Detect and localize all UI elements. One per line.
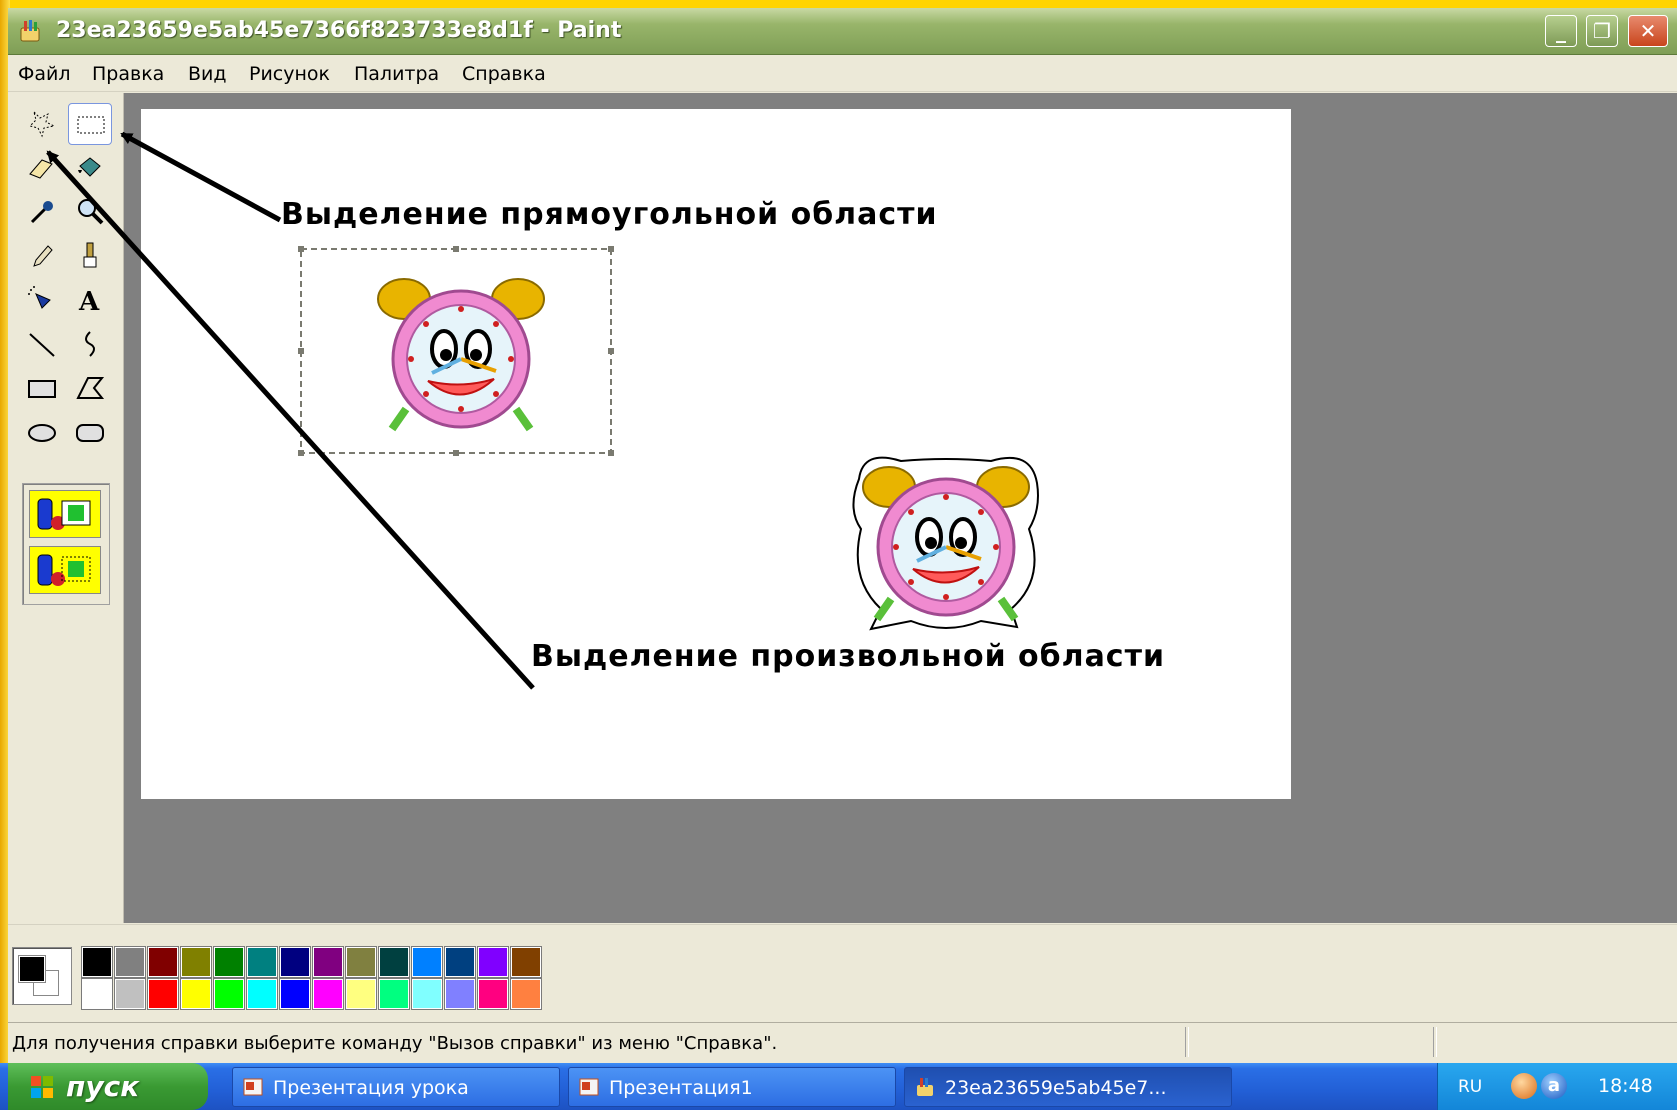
taskbar-item-label: Презентация1 [609, 1077, 753, 1099]
taskbar-item-label: Презентация урока [273, 1077, 469, 1099]
system-tray: RU a 18:48 [1437, 1063, 1677, 1110]
taskbar-item-paint[interactable]: 23ea23659e5ab45e7... [904, 1067, 1232, 1107]
taskbar: пуск Презентация урока Презентация1 23ea… [0, 1063, 1677, 1110]
language-indicator[interactable]: RU [1458, 1077, 1482, 1097]
taskbar-item-presentation-lesson[interactable]: Презентация урока [232, 1067, 560, 1107]
arrow-to-free-select [46, 150, 535, 690]
tray-app-icon[interactable]: a [1541, 1073, 1567, 1099]
tray-expand-icon[interactable] [1511, 1073, 1537, 1099]
start-button[interactable]: пуск [8, 1063, 208, 1110]
arrow-to-rect-select [120, 131, 282, 223]
clock: 18:48 [1598, 1075, 1653, 1097]
annotation-arrows [46, 131, 535, 690]
start-label: пуск [66, 1070, 140, 1103]
paint-app-icon [917, 1078, 933, 1096]
taskbar-item-presentation1[interactable]: Презентация1 [568, 1067, 896, 1107]
windows-logo-icon [31, 1076, 53, 1098]
powerpoint-icon [243, 1078, 263, 1096]
taskbar-item-label: 23ea23659e5ab45e7... [945, 1077, 1167, 1099]
powerpoint-icon [579, 1078, 599, 1096]
